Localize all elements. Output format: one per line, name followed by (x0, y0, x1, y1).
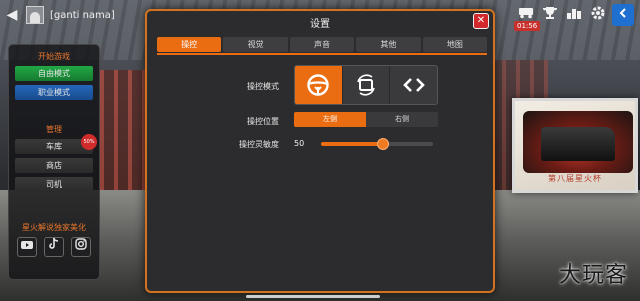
player-name[interactable]: [ganti nama] (50, 10, 115, 21)
player-header: ◀ [ganti nama] (4, 4, 144, 26)
shop-button[interactable]: 商店 (15, 158, 93, 173)
steering-wheel-mode-button[interactable] (295, 66, 343, 104)
tab-map[interactable]: 地图 (422, 37, 488, 52)
tab-visual[interactable]: 视觉 (223, 37, 288, 52)
sensitivity-slider-handle[interactable] (376, 138, 389, 150)
position-right-button[interactable]: 右侧 (366, 112, 438, 127)
gear-icon[interactable] (588, 5, 608, 25)
avatar[interactable] (26, 6, 44, 24)
truck-billboard: 第八届星火杯 (512, 98, 638, 193)
control-mode-label: 操控模式 (247, 82, 279, 91)
instagram-icon[interactable] (71, 237, 91, 257)
garage-button[interactable]: 车库 50% (15, 134, 97, 154)
garage-label: 车库 (46, 142, 62, 151)
timer-badge: 01:56 (514, 21, 541, 31)
left-right-arrows-icon (402, 78, 425, 92)
free-mode-button[interactable]: 自由模式 (15, 66, 93, 81)
tab-sound[interactable]: 声音 (289, 37, 355, 52)
control-position-label: 操控位置 (247, 117, 279, 126)
social-links (15, 237, 93, 257)
settings-dialog: 设置 ✕ 操控 视觉 声音 其他 地图 操控模式 操控位置 左侧 右侧 操控灵敏… (145, 9, 495, 293)
start-game-header: 开始游戏 (38, 52, 70, 61)
tilt-rotate-icon (357, 74, 375, 96)
billboard-caption: 第八届星火杯 (548, 174, 602, 183)
tab-controls[interactable]: 操控 (157, 37, 222, 52)
main-menu-panel: 开始游戏 自由模式 职业模式 管理 车库 50% 商店 司机 星火解说独家美化 (8, 44, 100, 280)
close-icon[interactable]: ✕ (473, 13, 489, 29)
watermark: 大玩客 (558, 263, 628, 288)
home-indicator[interactable] (246, 295, 380, 298)
youtube-icon[interactable] (17, 237, 37, 257)
position-left-button[interactable]: 左侧 (294, 112, 366, 127)
tab-other[interactable]: 其他 (356, 37, 421, 52)
sensitivity-slider[interactable] (321, 138, 433, 150)
sensitivity-slider-fill (321, 142, 383, 146)
control-position-toggle: 左侧 右侧 (294, 112, 438, 127)
tab-underline (157, 53, 487, 55)
sensitivity-label: 操控灵敏度 (239, 140, 279, 149)
back-arrow-icon[interactable]: ◀ (4, 7, 20, 23)
trophy-icon[interactable] (540, 5, 560, 25)
tilt-mode-button[interactable] (343, 66, 391, 104)
truck-artwork (523, 111, 633, 173)
share-icon[interactable] (612, 4, 634, 26)
tire-rack (100, 70, 145, 200)
driver-button[interactable]: 司机 (15, 177, 93, 192)
control-mode-selector (294, 65, 438, 105)
sensitivity-value: 50 (294, 139, 305, 148)
career-mode-button[interactable]: 职业模式 (15, 85, 93, 100)
settings-tabs: 操控 视觉 声音 其他 地图 (157, 37, 488, 52)
ranking-icon[interactable] (564, 5, 584, 25)
hud-toolbar: 01:56 (514, 4, 634, 31)
tiktok-icon[interactable] (44, 237, 64, 257)
promo-text: 星火解说独家美化 (22, 223, 86, 232)
vehicle-icon[interactable]: 01:56 (514, 5, 541, 31)
manage-header: 管理 (46, 125, 62, 134)
steering-wheel-icon (307, 74, 330, 96)
dialog-title: 设置 (310, 19, 330, 30)
buttons-mode-button[interactable] (390, 66, 437, 104)
sale-badge: 50% (81, 134, 97, 150)
